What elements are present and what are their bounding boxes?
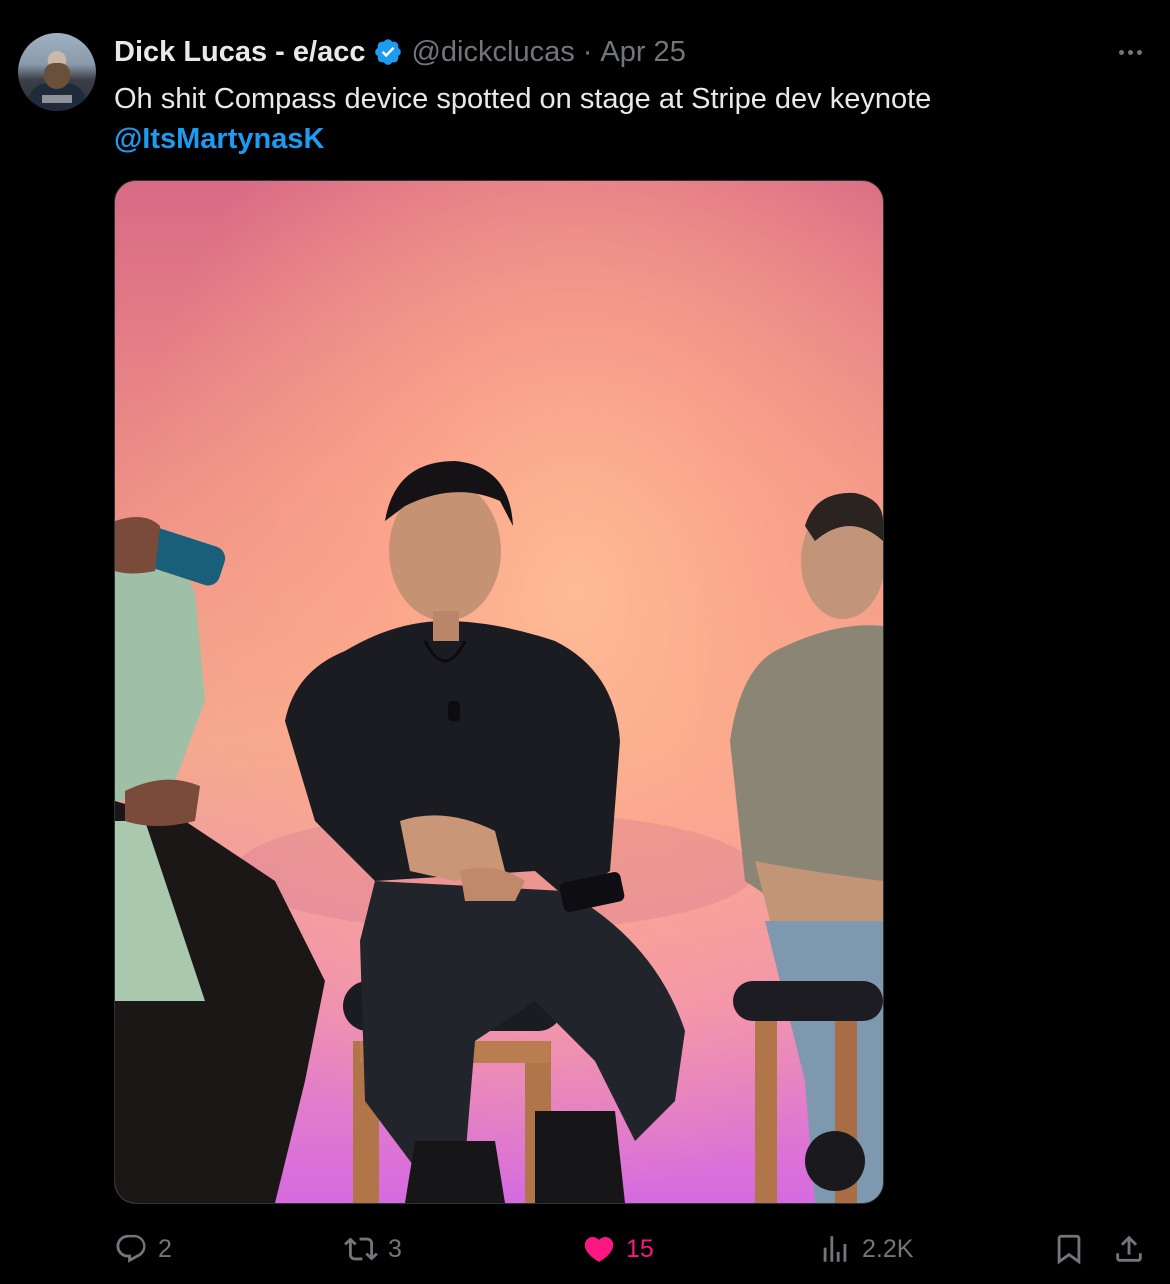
reply-icon	[116, 1234, 146, 1263]
verified-badge-icon	[375, 39, 402, 65]
share-button[interactable]	[1112, 1226, 1146, 1272]
bookmark-icon	[1057, 1234, 1081, 1265]
separator-dot: ·	[582, 35, 593, 68]
more-dot	[1127, 49, 1133, 55]
tweet-actions: 2 3 15 2.2K	[0, 1226, 1170, 1272]
reply-button[interactable]: 2	[114, 1226, 172, 1272]
views-button[interactable]: 2.2K	[818, 1226, 913, 1272]
stage-photo-illustration	[115, 461, 883, 1203]
bookmark-button[interactable]	[1052, 1226, 1086, 1272]
more-icon[interactable]	[1114, 38, 1146, 66]
like-count: 15	[626, 1234, 654, 1263]
mention-link[interactable]: @ItsMartynasK	[114, 119, 1134, 159]
tweet-header: Dick Lucas - e/acc @dickclucas · Apr 25	[114, 34, 686, 70]
repost-icon	[344, 1237, 378, 1261]
repost-button[interactable]: 3	[344, 1226, 402, 1272]
author-name[interactable]: Dick Lucas - e/acc	[114, 36, 365, 69]
tweet-date[interactable]: Apr 25	[600, 36, 685, 69]
author-handle[interactable]: @dickclucas	[411, 36, 574, 69]
more-dot	[1118, 49, 1124, 55]
views-icon	[823, 1236, 847, 1262]
tweet-text: Oh shit Compass device spotted on stage …	[114, 83, 932, 115]
share-icon	[1116, 1235, 1142, 1262]
tweet-body: Oh shit Compass device spotted on stage …	[114, 79, 1134, 159]
avatar-face	[44, 63, 70, 89]
like-button[interactable]: 15	[582, 1226, 654, 1272]
avatar[interactable]	[18, 33, 96, 111]
reply-count: 2	[158, 1234, 172, 1263]
views-count: 2.2K	[862, 1234, 914, 1263]
heart-icon	[584, 1236, 614, 1262]
more-dot	[1136, 49, 1142, 55]
tweet-photo[interactable]	[114, 180, 884, 1204]
repost-count: 3	[388, 1234, 402, 1263]
